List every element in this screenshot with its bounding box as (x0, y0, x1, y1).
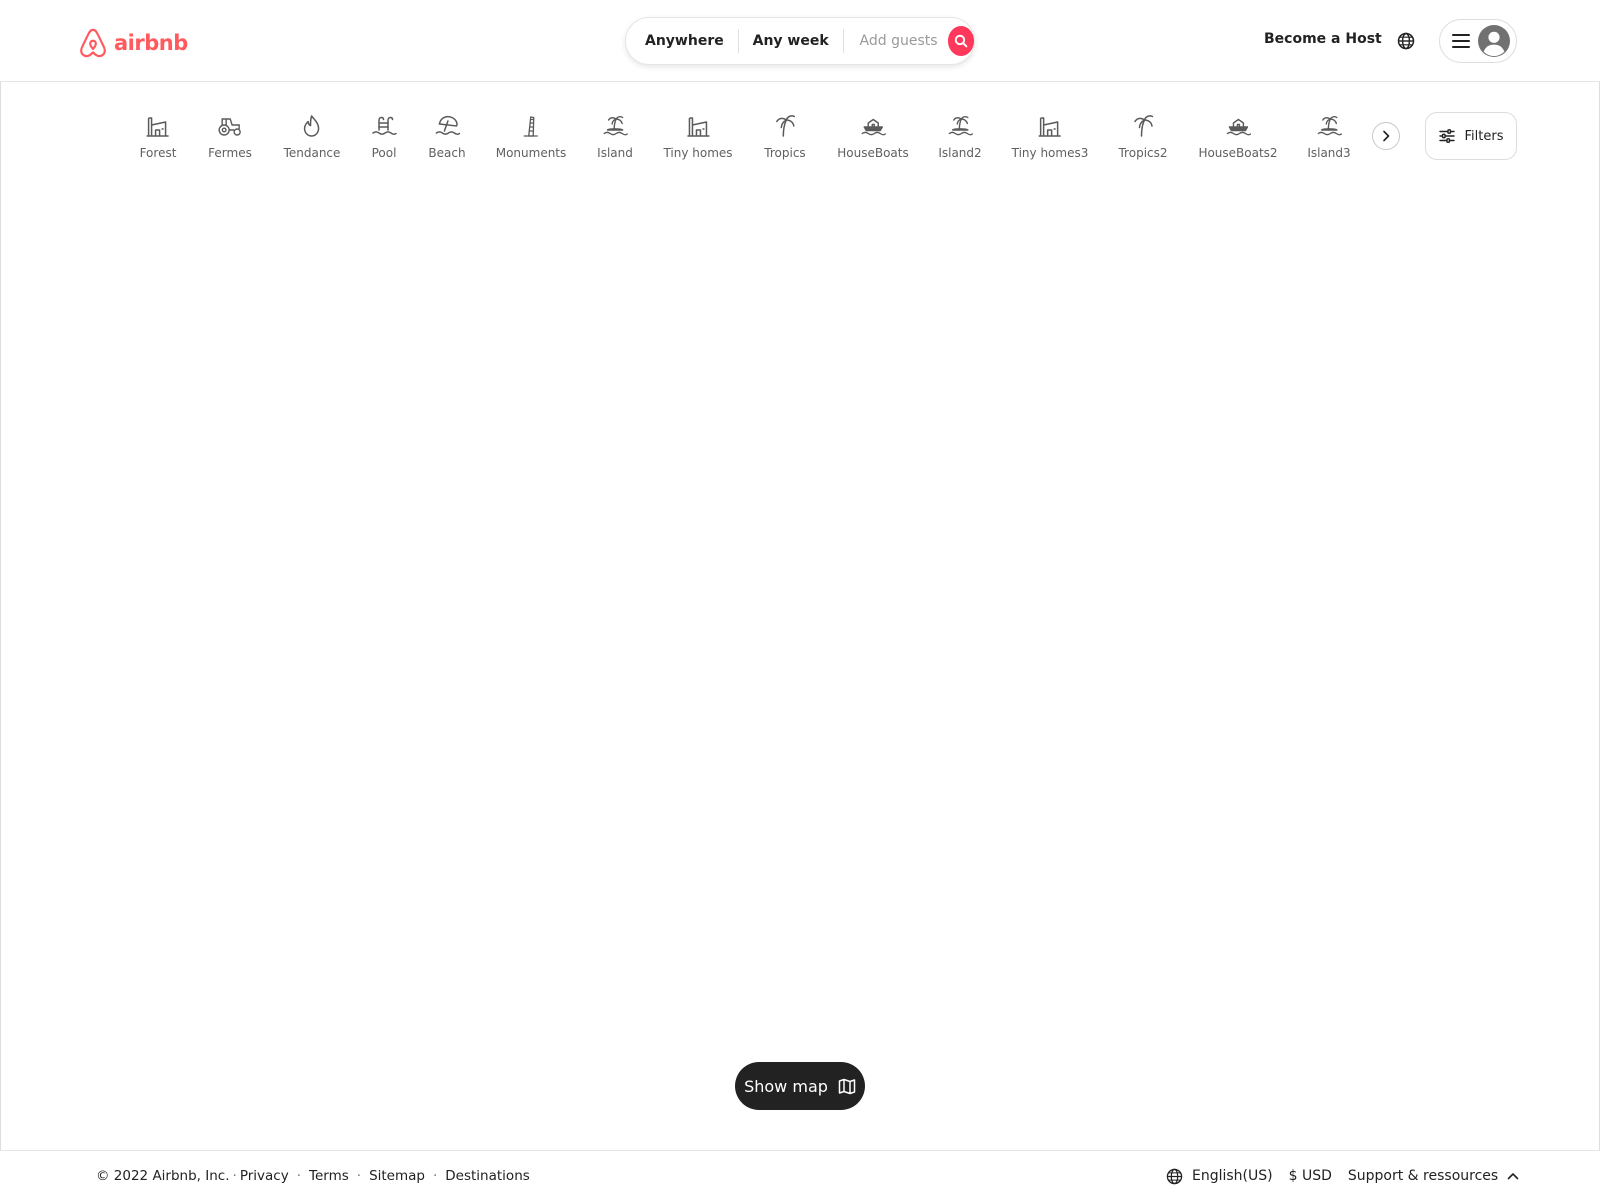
houseboat-icon (1226, 118, 1251, 136)
filters-button[interactable]: Filters (1425, 112, 1517, 160)
category-tiny-homes3[interactable]: Tiny homes3 (1011, 110, 1089, 160)
pool-icon (372, 116, 397, 135)
language-selector[interactable]: English(US) (1166, 1168, 1273, 1185)
category-houseboats[interactable]: HouseBoats (837, 110, 909, 160)
category-tropics2[interactable]: Tropics2 (1118, 110, 1168, 160)
category-label: Beach (428, 146, 466, 160)
search-icon (954, 34, 968, 48)
currency-selector[interactable]: $ USD (1289, 1168, 1332, 1184)
support-label: Support & ressources (1347, 1168, 1499, 1184)
footer-legal: © 2022 Airbnb, Inc. · Privacy · Terms · … (96, 1151, 530, 1200)
search-button[interactable] (947, 26, 974, 56)
logo-wordmark: airbnb (114, 31, 188, 55)
category-label: Island3 (1307, 146, 1351, 160)
category-label: Tendance (283, 146, 341, 160)
support-resources-button[interactable]: Support & ressources (1348, 1168, 1519, 1184)
user-menu-button[interactable] (1439, 19, 1517, 63)
category-tendance[interactable]: Tendance (283, 110, 341, 160)
hamburger-icon (1452, 34, 1470, 48)
category-label: Tiny homes3 (1011, 146, 1089, 160)
category-label: Pool (371, 146, 397, 160)
add-guests-button[interactable]: Add guests (844, 33, 948, 49)
leaning-tower-icon (523, 116, 538, 137)
globe-icon (1166, 1168, 1183, 1184)
become-a-host-link[interactable]: Become a Host (1264, 31, 1382, 47)
category-pool[interactable]: Pool (371, 110, 397, 160)
category-label: Forest (139, 146, 177, 160)
category-island2[interactable]: Island2 (938, 110, 982, 160)
airbnb-logo-icon (80, 28, 106, 58)
top-header: airbnb Anywhere Any week Add guests Beco… (0, 0, 1600, 82)
category-label: HouseBoats (837, 146, 909, 160)
page-frame (0, 0, 1600, 1200)
category-fermes[interactable]: Fermes (208, 110, 252, 160)
category-bar: Forest Fermes Tendance Pool Beach Monume… (134, 110, 1364, 170)
category-label: Island (597, 146, 633, 160)
category-beach[interactable]: Beach (428, 110, 466, 160)
terms-link[interactable]: Terms (309, 1168, 349, 1184)
footer-settings: English(US) $ USD Support & ressources (1166, 1151, 1519, 1200)
building-icon (687, 117, 709, 137)
island-icon (1317, 115, 1342, 136)
copyright-text: © 2022 Airbnb, Inc. (96, 1168, 230, 1184)
flame-icon (304, 115, 320, 137)
search-bar[interactable]: Anywhere Any week Add guests (625, 17, 975, 65)
filters-label: Filters (1464, 128, 1504, 144)
airbnb-logo[interactable]: airbnb (78, 25, 188, 61)
category-next-button[interactable] (1372, 122, 1400, 150)
destinations-link[interactable]: Destinations (445, 1168, 530, 1184)
any-week-button[interactable]: Any week (739, 29, 843, 53)
category-island[interactable]: Island (597, 110, 633, 160)
category-houseboats2[interactable]: HouseBoats2 (1198, 110, 1278, 160)
tractor-icon (218, 118, 241, 136)
palm-tree-icon (1133, 115, 1153, 137)
island-icon (603, 115, 628, 136)
building-icon (1038, 117, 1061, 137)
beach-umbrella-icon (435, 115, 460, 135)
island-icon (948, 115, 973, 136)
category-tiny-homes[interactable]: Tiny homes (663, 110, 733, 160)
footer-separator: · (356, 1168, 362, 1184)
category-tropics[interactable]: Tropics (764, 110, 806, 160)
category-label: Tropics2 (1118, 146, 1168, 160)
language-label: English(US) (1192, 1168, 1273, 1184)
category-forest[interactable]: Forest (139, 110, 177, 160)
category-monuments[interactable]: Monuments (495, 110, 567, 160)
sliders-icon (1438, 129, 1455, 143)
category-label: Tropics (764, 146, 806, 160)
privacy-link[interactable]: Privacy (240, 1168, 289, 1184)
building-icon (146, 117, 169, 137)
anywhere-button[interactable]: Anywhere (626, 29, 738, 53)
chevron-right-icon (1383, 130, 1390, 142)
map-icon (838, 1078, 856, 1094)
footer-separator: · (296, 1168, 301, 1184)
show-map-button[interactable]: Show map (735, 1062, 865, 1110)
sitemap-link[interactable]: Sitemap (369, 1168, 425, 1184)
footer-separator: · (232, 1168, 237, 1184)
category-label: Tiny homes (663, 146, 733, 160)
user-avatar-icon (1478, 25, 1510, 57)
globe-icon[interactable] (1397, 32, 1415, 50)
category-label: Fermes (208, 146, 252, 160)
category-island3[interactable]: Island3 (1307, 110, 1351, 160)
category-label: HouseBoats2 (1198, 146, 1278, 160)
show-map-label: Show map (744, 1076, 828, 1096)
houseboat-icon (861, 118, 886, 136)
footer: © 2022 Airbnb, Inc. · Privacy · Terms · … (0, 1150, 1600, 1200)
category-label: Monuments (495, 146, 567, 160)
category-label: Island2 (938, 146, 982, 160)
chevron-up-icon (1507, 1173, 1519, 1180)
palm-tree-icon (775, 115, 795, 137)
currency-label: $ USD (1288, 1168, 1332, 1184)
footer-separator: · (432, 1168, 438, 1184)
